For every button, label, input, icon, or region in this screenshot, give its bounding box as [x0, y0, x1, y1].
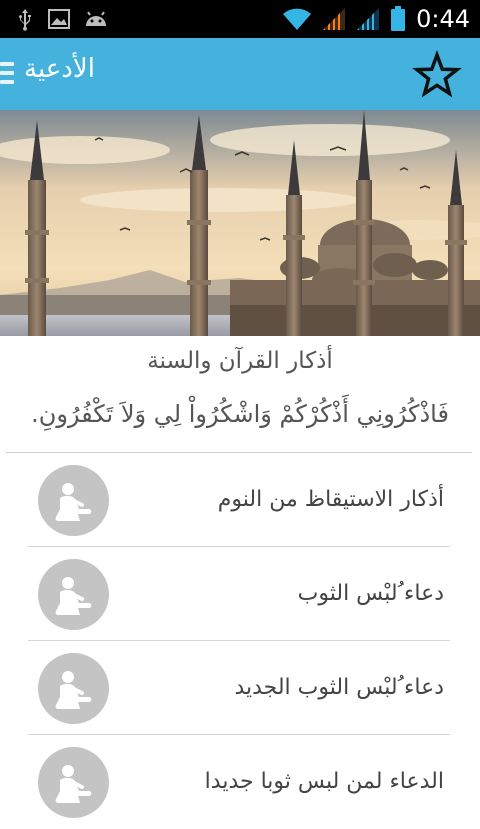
status-time: 0:44: [416, 5, 470, 33]
signal-icon: [323, 8, 346, 30]
system-icons: 0:44: [282, 5, 470, 33]
list-item[interactable]: دعاء ُلبْس الثوب: [0, 547, 480, 641]
image-icon: [48, 9, 70, 29]
android-icon: [86, 11, 106, 26]
prayer-icon: [38, 465, 109, 536]
list-item[interactable]: أذكار الاستيقاظ من النوم: [0, 453, 480, 547]
signal-icon: [357, 8, 380, 30]
dua-list: أذكار الاستيقاظ من النوم دعاء ُلبْس الثو…: [0, 453, 480, 829]
app-title[interactable]: الأدعية: [24, 54, 95, 84]
mosque-hero-image: [0, 110, 480, 336]
section-title: أذكار القرآن والسنة: [147, 348, 333, 374]
prayer-icon: [38, 559, 109, 630]
favorite-star-button[interactable]: [412, 49, 462, 100]
list-item-label: دعاء ُلبْس الثوب الجديد: [234, 675, 444, 700]
star-icon: [412, 49, 462, 98]
list-item[interactable]: دعاء ُلبْس الثوب الجديد: [0, 641, 480, 735]
wifi-icon: [283, 8, 312, 30]
list-item-label: أذكار الاستيقاظ من النوم: [217, 487, 444, 512]
drawer-menu-icon[interactable]: [0, 62, 16, 86]
action-bar: الأدعية: [0, 38, 480, 110]
notification-icons: [16, 7, 108, 31]
battery-icon: [391, 6, 406, 31]
quran-verse: فَاذْكُرُونِي أَذْكُرْكُمْ وَاشْكُرُواْ …: [31, 400, 449, 428]
status-bar: 0:44: [0, 0, 480, 38]
list-item[interactable]: الدعاء لمن لبس ثوبا جديدا: [0, 735, 480, 829]
usb-icon: [19, 9, 31, 31]
prayer-icon: [38, 653, 109, 724]
list-item-label: الدعاء لمن لبس ثوبا جديدا: [204, 769, 444, 794]
list-item-label: دعاء ُلبْس الثوب: [297, 581, 444, 606]
prayer-icon: [38, 747, 109, 818]
